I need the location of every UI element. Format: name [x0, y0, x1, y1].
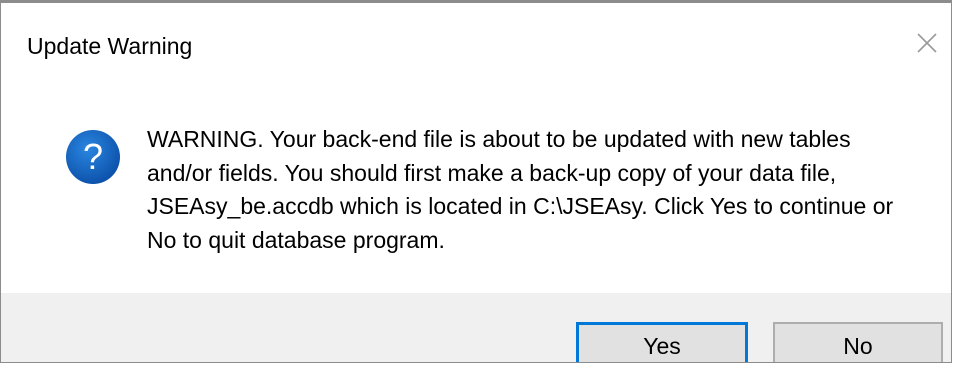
dialog-content: ? WARNING. Your back-end file is about t… [1, 81, 951, 281]
update-warning-dialog: Update Warning ? WARNING. Your back-end … [0, 0, 952, 363]
yes-button[interactable]: Yes [576, 322, 748, 362]
no-button[interactable]: No [773, 322, 943, 362]
dialog-title: Update Warning [27, 33, 193, 59]
warning-message: WARNING. Your back-end file is about to … [147, 126, 894, 253]
close-button[interactable] [909, 25, 945, 61]
svg-text:?: ? [83, 136, 103, 177]
question-icon: ? [66, 130, 120, 184]
close-icon [917, 33, 937, 53]
title-bar: Update Warning [1, 3, 951, 81]
button-bar: Yes No [1, 293, 951, 362]
